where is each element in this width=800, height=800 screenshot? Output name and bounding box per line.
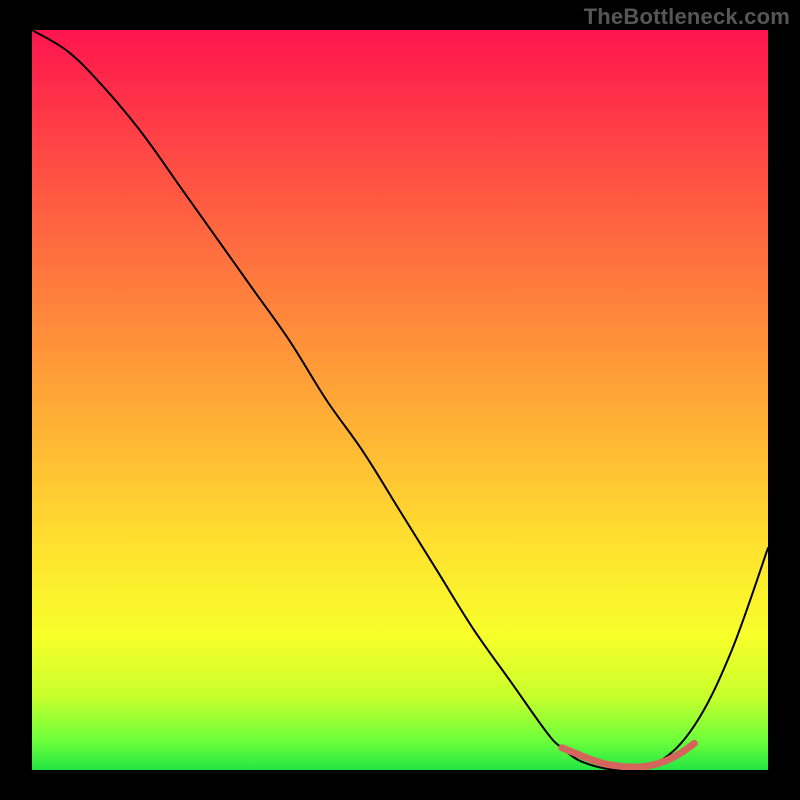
curve-overlay (32, 30, 768, 770)
series-bottleneck-curve (32, 30, 768, 770)
plot-area (32, 30, 768, 770)
chart-frame: TheBottleneck.com (0, 0, 800, 800)
watermark-text: TheBottleneck.com (584, 4, 790, 30)
series-bottleneck-marker (562, 743, 694, 767)
